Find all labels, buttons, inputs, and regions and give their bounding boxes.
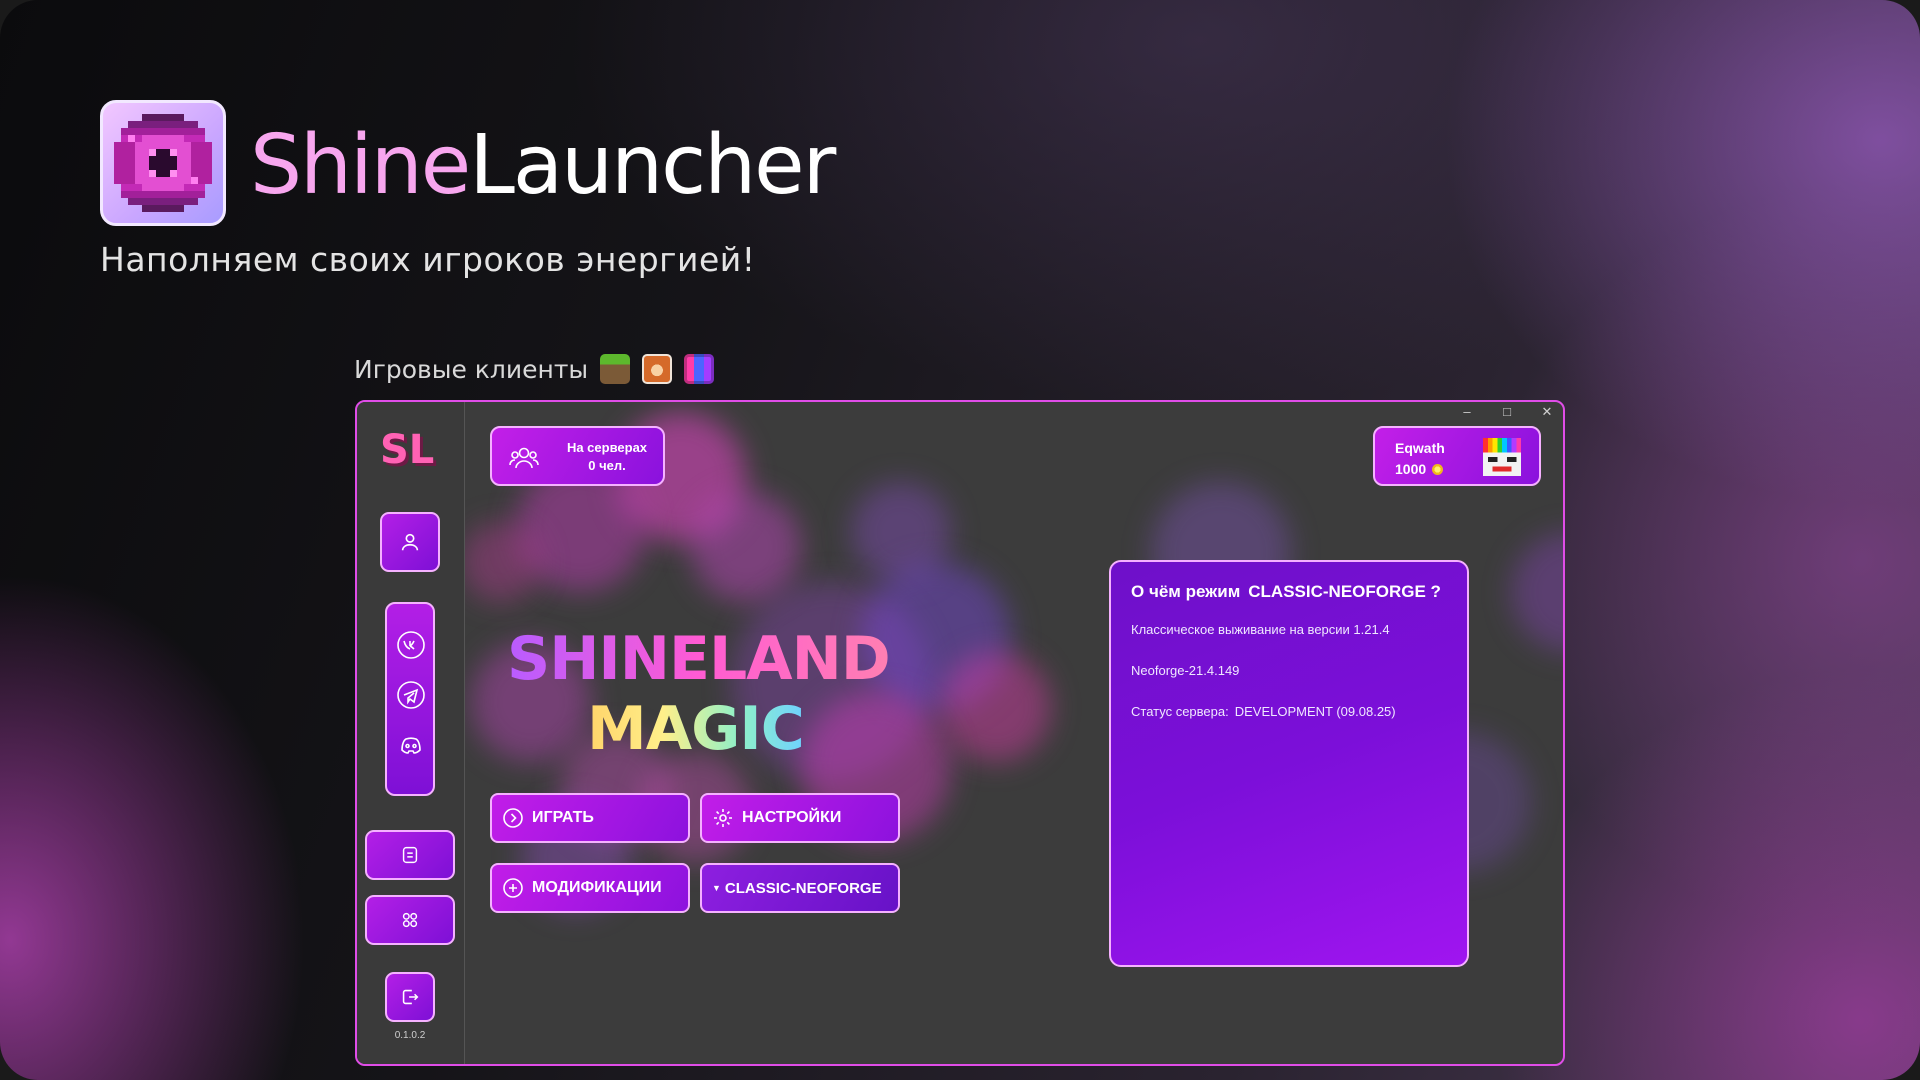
logout-icon xyxy=(402,989,419,1005)
news-button[interactable] xyxy=(365,830,455,880)
clients-label: Игровые клиенты xyxy=(354,354,589,384)
play-label: ИГРАТЬ xyxy=(532,809,594,826)
version-label: 0.1.0.2 xyxy=(394,1030,426,1041)
chevron-right-circle-icon xyxy=(503,808,523,828)
grass-block-icon xyxy=(600,354,631,384)
social-links xyxy=(385,602,435,796)
info-line-2-text: Neoforge-21.4.149 xyxy=(1131,663,1240,678)
launcher-window: SL 0.1.0.2 – □ ✕ На серверах 0 чел. Eqwa… xyxy=(355,400,1565,1066)
vk-icon[interactable] xyxy=(396,630,426,660)
server-status-label: Статус сервера: xyxy=(1131,704,1229,719)
mods-label: МОДИФИКАЦИИ xyxy=(532,879,662,896)
info-line-2: Neoforge-21.4.149 xyxy=(1131,663,1447,678)
sl-logo: SL xyxy=(380,427,435,473)
settings-button[interactable]: НАСТРОЙКИ xyxy=(700,793,900,843)
gear-icon xyxy=(714,809,732,827)
fox-icon xyxy=(642,354,673,384)
telegram-icon[interactable] xyxy=(396,680,426,710)
coin-icon xyxy=(1432,463,1444,475)
brand-title: ShineLauncher xyxy=(250,118,836,213)
tagline: Наполняем своих игроков энергией! xyxy=(100,240,756,279)
users-icon xyxy=(509,447,539,469)
play-button[interactable]: ИГРАТЬ xyxy=(490,793,690,843)
user-icon xyxy=(401,533,419,551)
grid-icon xyxy=(402,912,418,928)
mode-info-panel: О чём режим CLASSIC-NEOFORGE ? Классичес… xyxy=(1109,560,1469,967)
discord-icon[interactable] xyxy=(396,730,426,760)
info-heading-mode: CLASSIC-NEOFORGE ? xyxy=(1248,582,1441,601)
info-heading-prefix: О чём режим xyxy=(1131,582,1241,601)
chevron-down-icon: ▼ xyxy=(712,883,721,893)
logout-button[interactable] xyxy=(385,972,435,1022)
info-line-1: Классическое выживание на версии 1.21.4 xyxy=(1131,622,1447,637)
balance: 1000 xyxy=(1395,461,1444,477)
server-title-line2: MAGIC xyxy=(587,694,805,764)
close-button[interactable]: ✕ xyxy=(1539,404,1555,420)
profile-button[interactable] xyxy=(380,512,440,572)
mods-button[interactable]: МОДИФИКАЦИИ xyxy=(490,863,690,913)
info-line-1-text: Классическое выживание на версии 1.21.4 xyxy=(1131,622,1390,637)
mode-label: CLASSIC-NEOFORGE xyxy=(724,879,882,897)
online-count: 0 чел. xyxy=(588,458,626,473)
server-status: Статус сервера: DEVELOPMENT (09.08.25) xyxy=(1131,704,1447,719)
ender-eye-icon xyxy=(114,114,212,212)
mode-select[interactable]: ▼ CLASSIC-NEOFORGE xyxy=(700,863,900,913)
profile-card[interactable]: Eqwath 1000 xyxy=(1373,426,1541,486)
promo-background: ShineLauncher Наполняем своих игроков эн… xyxy=(0,0,1920,1080)
document-icon xyxy=(402,846,418,864)
username: Eqwath xyxy=(1395,440,1445,456)
plus-circle-icon xyxy=(503,878,523,898)
server-status-value: DEVELOPMENT (09.08.25) xyxy=(1234,704,1396,719)
avatar xyxy=(1483,438,1521,476)
app-icon xyxy=(100,100,226,226)
pixel-grid-icon xyxy=(684,354,715,384)
online-label: На серверах xyxy=(566,440,648,455)
settings-label: НАСТРОЙКИ xyxy=(742,809,842,826)
maximize-button[interactable]: □ xyxy=(1499,404,1515,420)
server-title-line1: SHINELAND xyxy=(507,624,891,694)
clients-row: Игровые клиенты xyxy=(354,354,715,384)
window-controls: – □ ✕ xyxy=(1459,404,1555,420)
apps-button[interactable] xyxy=(365,895,455,945)
sidebar: SL 0.1.0.2 xyxy=(357,402,465,1064)
online-counter: На серверах 0 чел. xyxy=(490,426,665,486)
info-heading: О чём режим CLASSIC-NEOFORGE ? xyxy=(1131,582,1447,602)
minimize-button[interactable]: – xyxy=(1459,404,1475,420)
balance-value: 1000 xyxy=(1395,461,1427,477)
